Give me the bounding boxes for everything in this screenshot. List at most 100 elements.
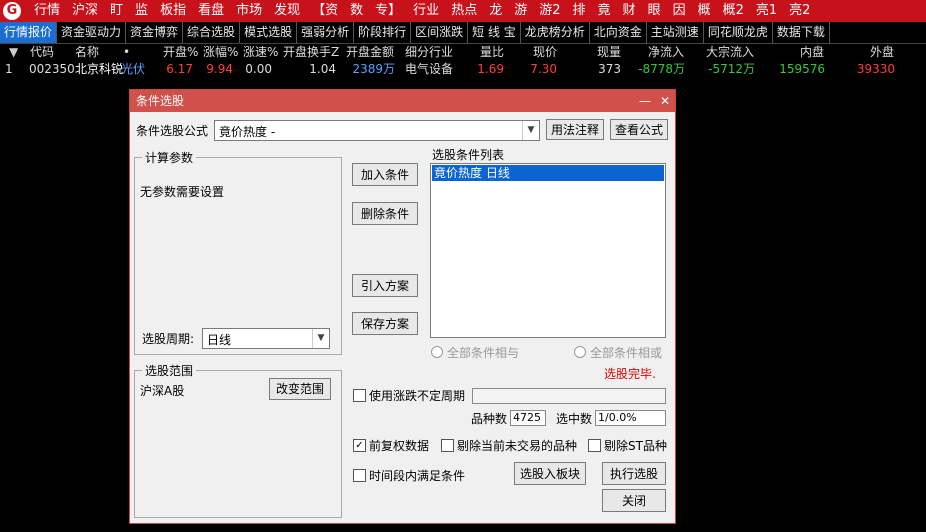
period-range-field[interactable] [472, 388, 666, 404]
tab-item[interactable]: 北向资金 [590, 22, 647, 43]
col-industry[interactable]: 细分行业 [405, 44, 453, 61]
dialog-title-bar[interactable]: 条件选股 — ✕ [130, 90, 675, 112]
tab-item[interactable]: 主站测速 [647, 22, 704, 43]
tab-item[interactable]: 综合选股 [183, 22, 241, 43]
menu-item[interactable]: 亮1 [750, 0, 783, 22]
stock-tag: 光伏 [121, 62, 146, 76]
col-open-pct[interactable]: 开盘% [163, 44, 198, 61]
minimize-icon[interactable]: — [636, 90, 654, 112]
menu-item[interactable]: 监 [129, 0, 154, 22]
sort-arrow-icon[interactable]: ▼ [9, 44, 18, 61]
view-formula-button[interactable]: 查看公式 [610, 119, 668, 140]
menu-item[interactable]: 热点 [445, 0, 483, 22]
close-icon[interactable]: ✕ [656, 90, 674, 112]
menu-item[interactable]: 概 [692, 0, 717, 22]
params-legend: 计算参数 [142, 149, 197, 166]
col-chg-pct[interactable]: 涨幅% [203, 44, 238, 61]
menu-item[interactable]: 【资 [306, 0, 344, 22]
col-price[interactable]: 现价 [533, 44, 557, 61]
count-label: 品种数 [471, 412, 508, 426]
tab-item[interactable]: 阶段排行 [354, 22, 412, 43]
col-dot: • [123, 45, 131, 59]
menu-item[interactable]: 盯 [104, 0, 129, 22]
menu-item[interactable]: 概2 [717, 0, 750, 22]
adjust-checkbox[interactable]: ✓ [353, 439, 366, 452]
use-period-checkbox[interactable] [353, 389, 366, 402]
delete-condition-button[interactable]: 删除条件 [352, 202, 418, 225]
tab-item[interactable]: 行情报价 [0, 22, 58, 43]
col-net-inflow[interactable]: 净流入 [648, 44, 684, 61]
radio-or-label: 全部条件相或 [590, 346, 663, 360]
col-outer[interactable]: 外盘 [870, 44, 894, 61]
chevron-down-icon[interactable]: ▼ [522, 121, 539, 140]
tab-item[interactable]: 模式选股 [240, 22, 298, 43]
menu-item[interactable]: 龙 [483, 0, 508, 22]
radio-and-label: 全部条件相与 [447, 346, 520, 360]
menu-item[interactable]: 数 [344, 0, 369, 22]
menu-item[interactable]: 行业 [407, 0, 445, 22]
col-speed[interactable]: 涨速% [243, 44, 278, 61]
import-plan-button[interactable]: 引入方案 [352, 274, 418, 297]
time-cond-checkbox[interactable] [353, 469, 366, 482]
tab-item[interactable]: 同花顺龙虎 [704, 22, 773, 43]
list-item[interactable]: 竟价热度 日线 [432, 165, 664, 181]
add-to-block-button[interactable]: 选股入板块 [514, 462, 586, 485]
radio-and[interactable] [431, 346, 443, 358]
usage-notes-button[interactable]: 用法注释 [546, 119, 604, 140]
col-cur-vol[interactable]: 现量 [597, 44, 621, 61]
scope-legend: 选股范围 [142, 362, 197, 379]
period-label: 选股周期: [142, 332, 195, 346]
col-vol-ratio[interactable]: 量比 [480, 44, 504, 61]
tab-item[interactable]: 数据下载 [773, 22, 830, 43]
time-cond-label: 时间段内满足条件 [369, 469, 466, 483]
tab-item[interactable]: 短 线 宝 [468, 22, 521, 43]
save-plan-button[interactable]: 保存方案 [352, 312, 418, 335]
run-selection-button[interactable]: 执行选股 [602, 462, 666, 485]
period-select[interactable]: 日线 ▼ [202, 328, 330, 349]
exclude-untraded-checkbox[interactable] [441, 439, 454, 452]
selected-field: 1/0.0% [595, 410, 666, 426]
tab-item[interactable]: 强弱分析 [297, 22, 355, 43]
params-text: 无参数需要设置 [140, 185, 225, 199]
col-name[interactable]: 名称 [75, 44, 99, 61]
add-condition-button[interactable]: 加入条件 [352, 163, 418, 186]
open-pct-value: 6.17 [166, 62, 193, 76]
col-inner[interactable]: 内盘 [800, 44, 824, 61]
menu-item[interactable]: 亮2 [783, 0, 816, 22]
col-open-amount[interactable]: 开盘金额 [346, 44, 394, 61]
change-scope-button[interactable]: 改变范围 [269, 378, 331, 400]
menu-item[interactable]: 沪深 [66, 0, 104, 22]
menu-item[interactable]: 眼 [642, 0, 667, 22]
tab-item[interactable]: 区间涨跌 [411, 22, 469, 43]
net-inflow-value: -8778万 [638, 62, 685, 76]
tab-item[interactable]: 龙虎榜分析 [521, 22, 590, 43]
menu-item[interactable]: 游 [508, 0, 533, 22]
menu-item[interactable]: 竟 [592, 0, 617, 22]
row-index: 1 [5, 62, 13, 76]
table-row[interactable]: 1 002350 北京科锐 光伏 6.17 9.94 0.00 1.04 238… [0, 61, 926, 78]
exclude-st-checkbox[interactable] [588, 439, 601, 452]
menu-item[interactable]: 财 [617, 0, 642, 22]
menu-item[interactable]: 板指 [154, 0, 192, 22]
menu-item[interactable]: 因 [667, 0, 692, 22]
chevron-down-icon[interactable]: ▼ [312, 329, 329, 348]
menu-item[interactable]: 专】 [369, 0, 407, 22]
menu-item[interactable]: 市场 [230, 0, 268, 22]
menu-item[interactable]: 行情 [28, 0, 66, 22]
menu-item[interactable]: 发现 [268, 0, 306, 22]
menu-items: 行情 沪深盯监板指 看盘 市场 发现 【资数专】 行业 热点龙游游2 排竟财眼因概概2 亮1 亮2 [28, 0, 816, 22]
condition-list[interactable]: 竟价热度 日线 [430, 163, 666, 338]
col-big-inflow[interactable]: 大宗流入 [706, 44, 754, 61]
col-open-turnover[interactable]: 开盘换手Z [283, 44, 339, 61]
formula-select[interactable]: 竟价热度 - ▼ [214, 120, 540, 141]
close-button[interactable]: 关闭 [602, 489, 666, 512]
menu-item[interactable]: 排 [567, 0, 592, 22]
radio-or[interactable] [574, 346, 586, 358]
col-code[interactable]: 代码 [30, 44, 54, 61]
tab-item[interactable]: 资金博弈 [126, 22, 184, 43]
tab-item[interactable]: 资金驱动力 [57, 22, 127, 43]
menu-item[interactable]: 看盘 [192, 0, 230, 22]
open-turnover-value: 1.04 [309, 62, 336, 76]
period-value: 日线 [207, 333, 232, 347]
menu-item[interactable]: 游2 [533, 0, 566, 22]
